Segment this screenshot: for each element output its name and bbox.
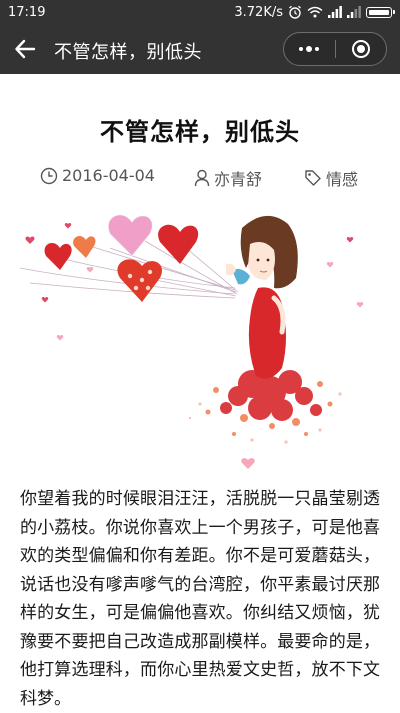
author-text: 亦青舒 xyxy=(214,170,263,189)
nav-title: 不管怎样，别低头 xyxy=(54,42,202,63)
article-meta: 2016-04-04 亦青舒 情感 xyxy=(0,166,400,190)
more-dots-icon xyxy=(299,46,320,52)
nav-bar: 不管怎样，别低头 xyxy=(0,24,400,74)
alarm-icon xyxy=(289,5,301,19)
meta-author: 亦青舒 xyxy=(194,166,262,190)
more-button[interactable] xyxy=(284,33,335,65)
category-text: 情感 xyxy=(326,170,359,189)
date-text: 2016-04-04 xyxy=(62,166,155,185)
target-circle-icon xyxy=(351,40,370,58)
clock-icon xyxy=(40,167,58,184)
signal-icon-2 xyxy=(347,6,361,18)
status-icons: 3.72K/s xyxy=(234,4,395,20)
battery-icon xyxy=(366,6,395,18)
user-icon xyxy=(194,169,210,187)
status-time: 17:19 xyxy=(8,4,46,20)
article-body: 你望着我的时候眼泪汪汪，活脱脱一只晶莹剔透的小荔枝。你说你喜欢上一个男孩子，可是… xyxy=(20,489,380,709)
article-title: 不管怎样，别低头 xyxy=(100,118,300,146)
status-bar: 17:19 3.72K/s xyxy=(0,0,400,24)
article-illustration xyxy=(20,208,380,480)
meta-date: 2016-04-04 xyxy=(40,166,155,185)
wifi-icon xyxy=(307,6,323,18)
close-button[interactable] xyxy=(335,33,386,65)
back-button[interactable] xyxy=(10,34,40,64)
tag-icon xyxy=(305,170,321,186)
network-speed: 3.72K/s xyxy=(234,4,283,20)
signal-icon xyxy=(328,6,342,18)
miniprogram-capsule xyxy=(283,32,387,66)
meta-category: 情感 xyxy=(304,166,358,190)
arrow-left-icon xyxy=(15,39,36,59)
girl-with-heart-balloons-image xyxy=(20,214,364,469)
